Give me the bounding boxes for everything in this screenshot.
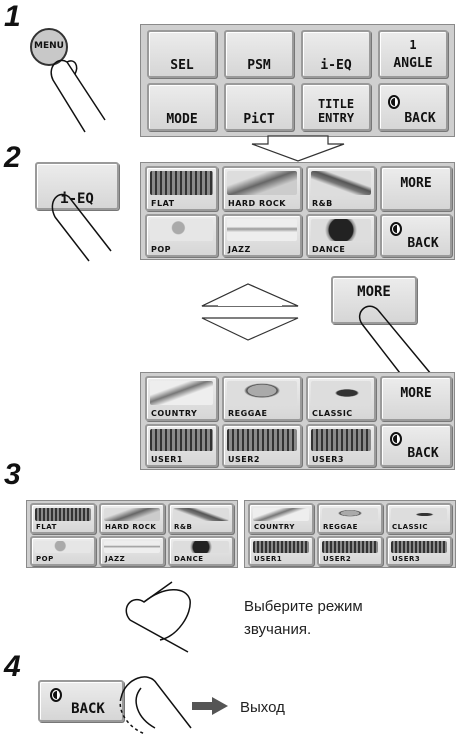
eq-user2-button[interactable]: USER2 — [222, 424, 302, 467]
exit-label: Выход — [240, 699, 285, 716]
down-arrow-icon — [201, 317, 299, 341]
step-number-1: 1 — [4, 0, 21, 33]
eq-classic-button[interactable]: CLASSIC — [386, 503, 452, 534]
eq-country-button[interactable]: COUNTRY — [145, 376, 218, 421]
eq-user1-button[interactable]: USER1 — [248, 536, 314, 566]
eq-dance-button[interactable]: DANCE — [306, 214, 376, 257]
down-arrow-icon — [251, 135, 345, 162]
dial-icon — [50, 688, 62, 702]
back-button[interactable]: BACK — [380, 424, 452, 467]
eq-rnb-button[interactable]: R&B — [306, 166, 376, 211]
finger-icon — [119, 676, 192, 735]
eq-country-button[interactable]: COUNTRY — [248, 503, 314, 534]
eq-hard-rock-button[interactable]: HARD ROCK — [222, 166, 302, 211]
eq-flat-button[interactable]: FLAT — [145, 166, 218, 211]
psm-button[interactable]: PSM — [224, 30, 294, 78]
right-arrow-icon — [192, 697, 228, 715]
ieq-panel-page1: FLAT HARD ROCK R&B MORE POP JAZZ DANCE B… — [140, 162, 455, 260]
more-button[interactable]: MORE — [380, 376, 452, 421]
eq-jazz-button[interactable]: JAZZ — [222, 214, 302, 257]
ieq-panel-page2: COUNTRY REGGAE CLASSIC MORE USER1 USER2 … — [140, 372, 455, 470]
step3-instruction-line2: звучания. — [244, 621, 312, 638]
eq-reggae-button[interactable]: REGGAE — [317, 503, 383, 534]
step-number-2: 2 — [4, 141, 21, 174]
eq-rnb-button[interactable]: R&B — [168, 503, 234, 534]
eq-reggae-button[interactable]: REGGAE — [222, 376, 302, 421]
finger-icon — [125, 581, 191, 653]
step-number-3: 3 — [4, 458, 21, 491]
eq-user2-button[interactable]: USER2 — [317, 536, 383, 566]
angle-badge: 1 — [409, 38, 417, 52]
back-press-button[interactable]: BACK — [38, 680, 124, 722]
back-button[interactable]: BACK — [380, 214, 452, 257]
eq-jazz-button[interactable]: JAZZ — [99, 536, 165, 566]
step3-panel-page2: COUNTRY REGGAE CLASSIC USER1 USER2 USER3 — [244, 500, 456, 568]
eq-user1-button[interactable]: USER1 — [145, 424, 218, 467]
finger-icon — [51, 193, 112, 262]
dial-icon — [390, 222, 402, 236]
ieq-button[interactable]: i-EQ — [301, 30, 371, 78]
title-entry-button[interactable]: TITLE ENTRY — [301, 83, 371, 131]
more-button[interactable]: MORE — [380, 166, 452, 211]
main-menu-panel: SEL PSM i-EQ 1 ANGLE MODE PiCT TITLE ENT… — [140, 24, 455, 137]
mode-button[interactable]: MODE — [147, 83, 217, 131]
step3-instruction-line1: Выберите режим — [244, 598, 363, 615]
angle-button[interactable]: 1 ANGLE — [378, 30, 448, 78]
eq-classic-button[interactable]: CLASSIC — [306, 376, 376, 421]
step-number-4: 4 — [4, 650, 21, 683]
sel-button[interactable]: SEL — [147, 30, 217, 78]
dial-icon — [388, 95, 400, 109]
eq-user3-button[interactable]: USER3 — [386, 536, 452, 566]
finger-icon — [50, 59, 106, 133]
eq-hard-rock-button[interactable]: HARD ROCK — [99, 503, 165, 534]
eq-dance-button[interactable]: DANCE — [168, 536, 234, 566]
back-button[interactable]: BACK — [378, 83, 448, 131]
dial-icon — [390, 432, 402, 446]
pict-button[interactable]: PiCT — [224, 83, 294, 131]
eq-pop-button[interactable]: POP — [30, 536, 96, 566]
up-arrow-icon — [201, 283, 299, 307]
eq-flat-button[interactable]: FLAT — [30, 503, 96, 534]
eq-user3-button[interactable]: USER3 — [306, 424, 376, 467]
step3-panel-page1: FLAT HARD ROCK R&B POP JAZZ DANCE — [26, 500, 238, 568]
eq-pop-button[interactable]: POP — [145, 214, 218, 257]
